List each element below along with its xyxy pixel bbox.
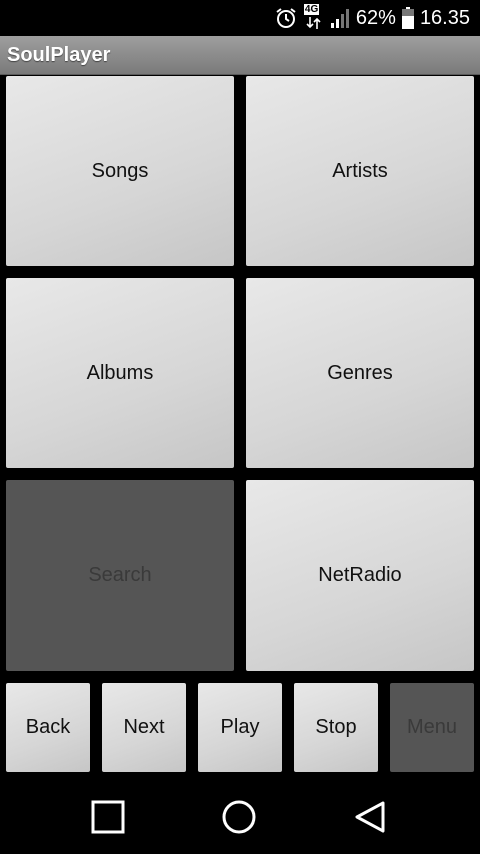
- network-indicator: 4G: [303, 4, 324, 30]
- recent-apps-icon: [91, 800, 125, 839]
- alarm-icon: [274, 6, 298, 30]
- albums-button[interactable]: Albums: [6, 278, 234, 468]
- back-icon: [353, 800, 387, 839]
- data-arrows-icon: [306, 17, 322, 29]
- search-button[interactable]: Search: [6, 480, 234, 671]
- app-title: SoulPlayer: [7, 44, 111, 66]
- back-label: Back: [25, 716, 71, 738]
- next-button[interactable]: Next: [102, 683, 186, 772]
- artists-button[interactable]: Artists: [246, 76, 474, 266]
- stop-label: Stop: [315, 716, 357, 738]
- battery-icon: [401, 7, 414, 29]
- genres-button[interactable]: Genres: [246, 278, 474, 468]
- clock: 16.35: [419, 6, 470, 29]
- play-label: Play: [220, 716, 260, 738]
- navigation-bar: [0, 784, 480, 854]
- play-button[interactable]: Play: [198, 683, 282, 772]
- stop-button[interactable]: Stop: [294, 683, 378, 772]
- netradio-label: NetRadio: [318, 564, 402, 586]
- search-label: Search: [88, 564, 152, 586]
- menu-button[interactable]: Menu: [390, 683, 474, 772]
- app-title-bar: SoulPlayer: [0, 36, 480, 75]
- artists-label: Artists: [332, 159, 388, 182]
- recent-apps-button[interactable]: [85, 796, 131, 842]
- genres-label: Genres: [327, 361, 393, 384]
- signal-icon: [330, 7, 350, 29]
- back-button[interactable]: Back: [6, 683, 90, 772]
- status-icons: 4G 62% 16.35: [274, 4, 470, 32]
- songs-label: Songs: [91, 159, 149, 182]
- screen: 4G 62% 16.35 SoulPlayer Songs Artists Al…: [0, 0, 480, 854]
- netradio-button[interactable]: NetRadio: [246, 480, 474, 671]
- system-back-button[interactable]: [347, 796, 393, 842]
- home-button[interactable]: [216, 796, 262, 842]
- next-label: Next: [123, 716, 165, 738]
- status-bar: 4G 62% 16.35: [0, 0, 480, 36]
- battery-percent: 62%: [355, 6, 396, 29]
- menu-label: Menu: [406, 716, 458, 738]
- albums-label: Albums: [86, 361, 154, 384]
- home-icon: [221, 799, 257, 840]
- network-label: 4G: [303, 4, 320, 15]
- songs-button[interactable]: Songs: [6, 76, 234, 266]
